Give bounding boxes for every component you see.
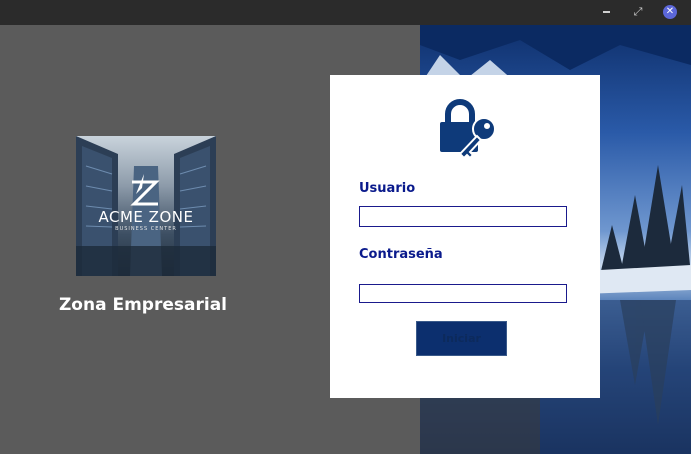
lock-key-icon	[440, 99, 496, 160]
login-button[interactable]: Iniciar	[416, 321, 507, 356]
password-label: Contraseña	[359, 247, 443, 262]
minimize-icon	[602, 11, 610, 13]
maximize-icon: ⤢	[633, 5, 643, 18]
login-card: Usuario Contraseña Iniciar	[330, 75, 600, 398]
close-icon: ✕	[663, 5, 677, 19]
title-bar: ⤢ ✕	[0, 0, 691, 25]
username-label: Usuario	[359, 181, 416, 196]
logo-title: ACME ZONE	[98, 208, 194, 226]
maximize-button[interactable]: ⤢	[629, 3, 647, 21]
login-button-label: Iniciar	[442, 332, 481, 345]
company-logo: ACME ZONE BUSINESS CENTER	[76, 136, 216, 276]
brand-name: Zona Empresarial	[58, 295, 227, 315]
password-input[interactable]	[359, 284, 567, 303]
close-button[interactable]: ✕	[661, 3, 679, 21]
minimize-button[interactable]	[597, 3, 615, 21]
logo-subtitle: BUSINESS CENTER	[115, 226, 177, 232]
logo-artwork	[76, 136, 216, 276]
login-window: ⤢ ✕ ACME ZONE BUSINESS CENTER Zona Empre…	[0, 0, 691, 454]
username-input[interactable]	[359, 206, 567, 227]
